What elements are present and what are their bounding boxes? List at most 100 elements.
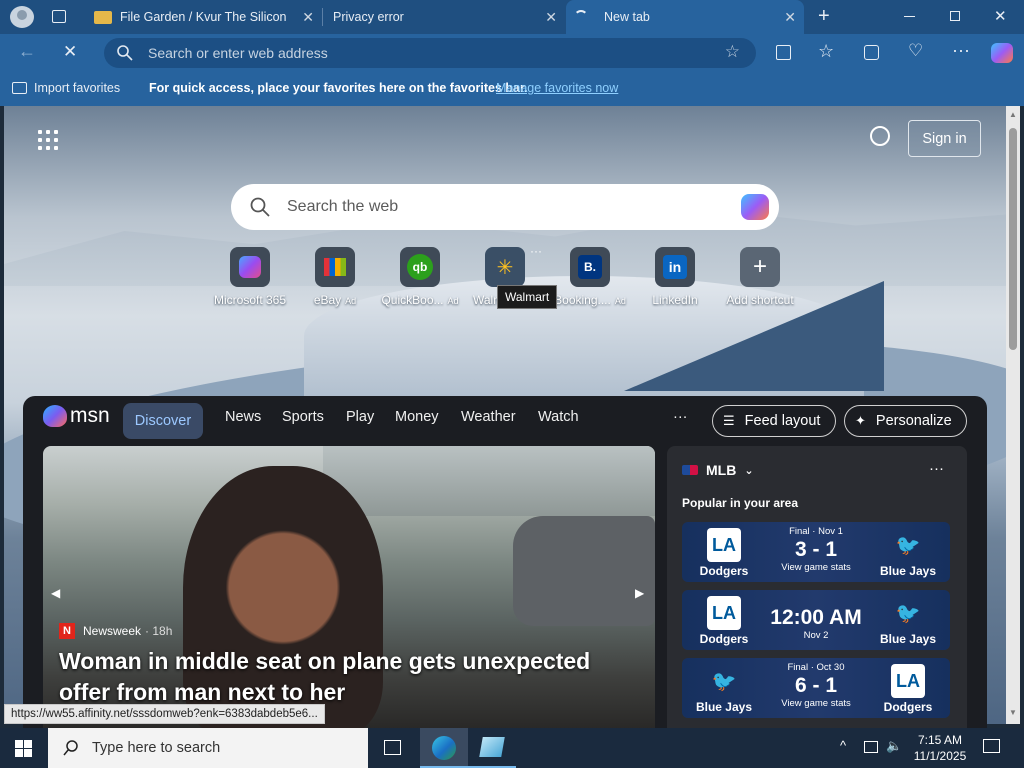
copilot-icon[interactable] xyxy=(991,43,1013,63)
hero-headline[interactable]: Woman in middle seat on plane gets unexp… xyxy=(59,646,649,708)
web-search-placeholder: Search the web xyxy=(287,198,399,215)
close-tab-icon[interactable]: ✕ xyxy=(784,9,796,26)
windows-start-icon[interactable] xyxy=(15,740,32,757)
tab-weather[interactable]: Weather xyxy=(461,409,516,425)
plus-icon: + xyxy=(740,247,780,287)
tab-strip: File Garden / Kvur The Silicon ✕ Privacy… xyxy=(0,0,1024,34)
tab-sports[interactable]: Sports xyxy=(282,409,324,425)
ad-badge: Ad xyxy=(345,296,357,306)
copilot-icon[interactable] xyxy=(741,194,769,220)
msn-logo[interactable]: msn xyxy=(43,404,110,428)
scroll-up-icon[interactable]: ▲ xyxy=(1009,110,1017,119)
shortcut-label: LinkedIn xyxy=(652,293,698,307)
app-taskbar-button[interactable] xyxy=(468,728,516,768)
game-row[interactable]: 🐦 Blue Jays Final · Oct 30 6 - 1 View game s… xyxy=(682,658,950,718)
scroll-down-icon[interactable]: ▼ xyxy=(1009,708,1017,717)
tab-title: Privacy error xyxy=(333,10,404,24)
settings-more-icon[interactable]: ··· xyxy=(952,40,970,61)
personalize-button[interactable]: ✦ Personalize xyxy=(844,405,967,437)
msn-brand-text: msn xyxy=(70,404,110,427)
feed-layout-button[interactable]: ☰ Feed layout xyxy=(712,405,836,437)
tab-title: File Garden / Kvur The Silicon xyxy=(120,10,287,24)
clock-time: 7:15 AM xyxy=(917,733,963,747)
team-name: Blue Jays xyxy=(879,564,937,578)
home-team: LA Dodgers xyxy=(684,528,764,578)
ebay-icon xyxy=(315,247,355,287)
folder-icon xyxy=(94,10,112,24)
more-tabs-icon[interactable]: ··· xyxy=(673,409,688,425)
tab-money[interactable]: Money xyxy=(395,409,439,425)
tooltip-text: Walmart xyxy=(505,290,550,304)
taskbar-search-box[interactable]: Type here to search xyxy=(48,728,368,768)
scroll-thumb[interactable] xyxy=(1009,128,1017,350)
tab-file-garden[interactable]: File Garden / Kvur The Silicon ✕ xyxy=(86,0,322,34)
sports-subtitle: Popular in your area xyxy=(682,496,799,510)
manage-favorites-link[interactable]: Manage favorites now xyxy=(496,81,618,95)
split-screen-icon[interactable] xyxy=(776,45,791,60)
task-view-icon[interactable] xyxy=(384,740,401,755)
carousel-prev-icon[interactable]: ◀ xyxy=(51,586,60,600)
network-icon[interactable] xyxy=(864,741,878,753)
tray-overflow-icon[interactable]: ^ xyxy=(840,738,846,753)
page-settings-icon[interactable] xyxy=(870,126,890,146)
game-score: 3 - 1 xyxy=(794,538,838,561)
headline-line: Woman in middle seat on plane gets unexp… xyxy=(59,648,591,674)
clock[interactable]: 7:15 AM 11/1/2025 xyxy=(905,732,975,764)
tab-privacy-error[interactable]: Privacy error ✕ xyxy=(323,0,565,34)
collections-icon[interactable] xyxy=(864,45,879,60)
msn-butterfly-icon xyxy=(43,405,67,427)
notifications-icon[interactable] xyxy=(983,739,1000,753)
favorite-star-icon[interactable]: ☆ xyxy=(725,42,740,62)
close-tab-icon[interactable]: ✕ xyxy=(302,9,314,26)
league-selector[interactable]: MLB ⌄ xyxy=(682,462,754,478)
close-window-icon[interactable]: ✕ xyxy=(994,7,1007,25)
edge-taskbar-button[interactable] xyxy=(420,728,468,768)
close-tab-icon[interactable]: ✕ xyxy=(545,9,557,26)
game-score: 12:00 AM xyxy=(770,606,862,629)
tab-actions-icon[interactable] xyxy=(52,10,66,23)
import-favorites-icon[interactable] xyxy=(12,82,27,94)
address-bar[interactable]: Search or enter web address ☆ xyxy=(104,38,756,68)
shortcut-quickbooks[interactable]: qb QuickBoo... Ad xyxy=(380,247,460,307)
back-icon[interactable]: ← xyxy=(18,41,36,62)
minimize-icon[interactable] xyxy=(904,16,915,17)
loading-spinner-icon xyxy=(574,10,588,24)
favorites-icon[interactable]: ☆ xyxy=(818,41,834,62)
sign-in-button[interactable]: Sign in xyxy=(908,120,981,157)
tab-discover[interactable]: Discover xyxy=(123,403,203,439)
page-scrollbar[interactable]: ▲ ▼ xyxy=(1006,106,1020,724)
taskbar-search-placeholder: Type here to search xyxy=(92,740,221,756)
newsweek-logo-icon: N xyxy=(59,623,75,639)
app-launcher-icon[interactable] xyxy=(38,130,58,150)
search-icon xyxy=(63,740,78,756)
stop-loading-icon[interactable]: ✕ xyxy=(63,42,77,62)
shortcut-more-icon[interactable]: ··· xyxy=(530,244,542,258)
dodgers-logo-icon: LA xyxy=(707,528,741,562)
hero-story-card[interactable]: ◀ ▶ N Newsweek · 18h Woman in middle sea… xyxy=(43,446,655,736)
shortcut-linkedin[interactable]: in LinkedIn xyxy=(635,247,715,307)
shortcut-microsoft-365[interactable]: Microsoft 365 xyxy=(210,247,290,307)
team-name: Dodgers xyxy=(883,700,933,714)
browser-essentials-icon[interactable]: ♡ xyxy=(908,41,923,61)
mlb-logo-icon xyxy=(682,465,698,475)
add-shortcut-button[interactable]: + Add shortcut xyxy=(720,247,800,307)
carousel-next-icon[interactable]: ▶ xyxy=(635,586,644,600)
game-row[interactable]: LA Dodgers 12:00 AM Nov 2 🐦 Blue Jays xyxy=(682,590,950,650)
tab-new-tab[interactable]: New tab ✕ xyxy=(566,0,804,34)
shortcut-ebay[interactable]: eBay Ad xyxy=(295,247,375,307)
game-row[interactable]: LA Dodgers Final · Nov 13 - 1 View game sta… xyxy=(682,522,950,582)
new-tab-icon[interactable]: + xyxy=(818,5,830,28)
shortcut-booking[interactable]: B. Booking.... Ad xyxy=(550,247,630,307)
tab-watch[interactable]: Watch xyxy=(538,409,579,425)
tab-play[interactable]: Play xyxy=(346,409,374,425)
tab-news[interactable]: News xyxy=(225,409,261,425)
league-name: MLB xyxy=(706,462,737,478)
linkedin-icon: in xyxy=(655,247,695,287)
import-favorites-link[interactable]: Import favorites xyxy=(34,81,120,95)
dodgers-logo-icon: LA xyxy=(891,664,925,698)
sports-more-icon[interactable]: ··· xyxy=(929,460,944,477)
profile-avatar[interactable] xyxy=(10,6,34,28)
volume-muted-icon[interactable]: 🔈 xyxy=(886,738,902,754)
web-search-box[interactable]: Search the web xyxy=(231,184,779,230)
restore-icon[interactable] xyxy=(950,11,960,21)
